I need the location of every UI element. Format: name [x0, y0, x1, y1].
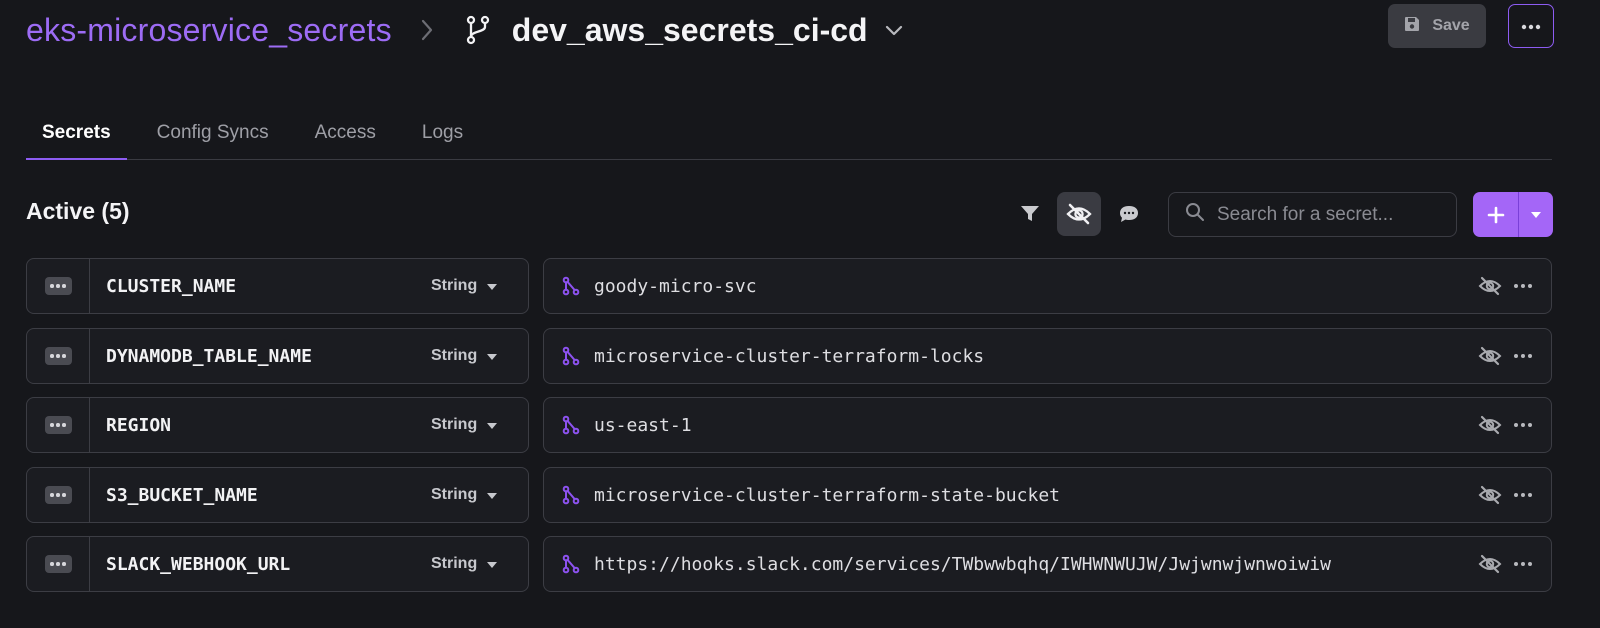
caret-down-icon: [487, 347, 498, 365]
secret-options-button[interactable]: [27, 468, 90, 522]
secret-value-text[interactable]: goody-micro-svc: [594, 259, 757, 313]
secret-options-button[interactable]: [27, 398, 90, 452]
secret-options-button[interactable]: [27, 537, 90, 591]
secret-value-text[interactable]: us-east-1: [594, 398, 692, 452]
secret-value-field[interactable]: microservice-cluster-terraform-locks: [543, 328, 1552, 384]
secret-type-select[interactable]: String: [431, 537, 498, 591]
add-secret-button-group: [1473, 192, 1553, 237]
secret-type-select[interactable]: String: [431, 259, 498, 313]
secret-type-label: String: [431, 486, 478, 503]
ellipsis-icon: [1521, 17, 1541, 35]
floppy-disk-icon: [1404, 16, 1420, 37]
add-options-dropdown[interactable]: [1519, 192, 1553, 237]
secret-value-more-button[interactable]: [1514, 398, 1532, 452]
git-merge-icon: [562, 259, 580, 313]
secret-value-more-button[interactable]: [1514, 537, 1532, 591]
eye-off-icon[interactable]: [1478, 329, 1502, 383]
eye-off-icon[interactable]: [1478, 398, 1502, 452]
git-branch-icon: [466, 15, 492, 45]
caret-down-icon: [1530, 206, 1542, 224]
secret-row: SLACK_WEBHOOK_URL String https://hooks.s…: [26, 536, 1552, 592]
secret-options-button[interactable]: [27, 259, 90, 313]
ellipsis-icon: [44, 416, 72, 434]
secret-type-label: String: [431, 347, 478, 364]
secret-value-more-button[interactable]: [1514, 329, 1532, 383]
tab-bar: Secrets Config Syncs Access Logs: [26, 108, 1552, 160]
secret-key-field: SLACK_WEBHOOK_URL String: [26, 536, 529, 592]
secret-value-field[interactable]: us-east-1: [543, 397, 1552, 453]
secret-key-field: REGION String: [26, 397, 529, 453]
chevron-right-icon: [420, 16, 436, 44]
secret-key-name[interactable]: DYNAMODB_TABLE_NAME: [106, 329, 312, 383]
chevron-down-icon[interactable]: [884, 20, 904, 40]
tab-config-syncs[interactable]: Config Syncs: [141, 108, 285, 158]
secret-type-label: String: [431, 277, 478, 294]
git-merge-icon: [562, 398, 580, 452]
secret-value-text[interactable]: microservice-cluster-terraform-locks: [594, 329, 984, 383]
search-field[interactable]: [1168, 192, 1457, 237]
secret-type-label: String: [431, 555, 478, 572]
secret-options-button[interactable]: [27, 329, 90, 383]
save-button[interactable]: Save: [1388, 4, 1486, 48]
secret-key-name[interactable]: REGION: [106, 398, 171, 452]
caret-down-icon: [487, 416, 498, 434]
eye-off-icon[interactable]: [1478, 537, 1502, 591]
comment-icon[interactable]: [1107, 192, 1151, 236]
secret-type-select[interactable]: String: [431, 468, 498, 522]
eye-off-icon[interactable]: [1478, 259, 1502, 313]
secret-row: REGION String us-east-1: [26, 397, 1552, 453]
header-bar: eks-microservice_secrets dev_aws_secrets…: [26, 0, 1600, 60]
search-input[interactable]: [1217, 203, 1447, 226]
project-name-link[interactable]: eks-microservice_secrets: [26, 12, 392, 49]
secret-key-field: DYNAMODB_TABLE_NAME String: [26, 328, 529, 384]
secret-value-field[interactable]: microservice-cluster-terraform-state-buc…: [543, 467, 1552, 523]
ellipsis-icon: [44, 555, 72, 573]
filter-icon[interactable]: [1008, 192, 1052, 236]
secret-key-name[interactable]: CLUSTER_NAME: [106, 259, 236, 313]
secret-type-select[interactable]: String: [431, 398, 498, 452]
secret-key-name[interactable]: SLACK_WEBHOOK_URL: [106, 537, 290, 591]
more-options-button[interactable]: [1508, 4, 1554, 48]
git-merge-icon: [562, 329, 580, 383]
tab-access[interactable]: Access: [299, 108, 392, 158]
git-merge-icon: [562, 468, 580, 522]
secret-type-select[interactable]: String: [431, 329, 498, 383]
secret-value-text[interactable]: https://hooks.slack.com/services/TWbwwbq…: [594, 537, 1331, 591]
secret-value-more-button[interactable]: [1514, 259, 1532, 313]
secret-value-field[interactable]: goody-micro-svc: [543, 258, 1552, 314]
secret-key-field: S3_BUCKET_NAME String: [26, 467, 529, 523]
eye-off-icon[interactable]: [1478, 468, 1502, 522]
caret-down-icon: [487, 555, 498, 573]
ellipsis-icon: [44, 486, 72, 504]
caret-down-icon: [487, 486, 498, 504]
secret-value-more-button[interactable]: [1514, 468, 1532, 522]
secret-type-label: String: [431, 416, 478, 433]
secret-value-field[interactable]: https://hooks.slack.com/services/TWbwwbq…: [543, 536, 1552, 592]
secret-key-field: CLUSTER_NAME String: [26, 258, 529, 314]
tab-secrets[interactable]: Secrets: [26, 108, 127, 160]
ellipsis-icon: [44, 347, 72, 365]
ellipsis-icon: [44, 277, 72, 295]
secret-row: CLUSTER_NAME String goody-micro-svc: [26, 258, 1552, 314]
add-secret-button[interactable]: [1473, 192, 1519, 237]
secret-row: DYNAMODB_TABLE_NAME String microservice-…: [26, 328, 1552, 384]
tab-logs[interactable]: Logs: [406, 108, 479, 158]
git-merge-icon: [562, 537, 580, 591]
secret-key-name[interactable]: S3_BUCKET_NAME: [106, 468, 258, 522]
secret-value-text[interactable]: microservice-cluster-terraform-state-buc…: [594, 468, 1060, 522]
save-label: Save: [1432, 17, 1470, 34]
search-icon: [1185, 202, 1205, 227]
caret-down-icon: [487, 277, 498, 295]
eye-off-icon[interactable]: [1057, 192, 1101, 236]
branch-name: dev_aws_secrets_ci-cd: [511, 11, 868, 48]
secret-row: S3_BUCKET_NAME String microservice-clust…: [26, 467, 1552, 523]
section-title: Active (5): [26, 198, 130, 224]
